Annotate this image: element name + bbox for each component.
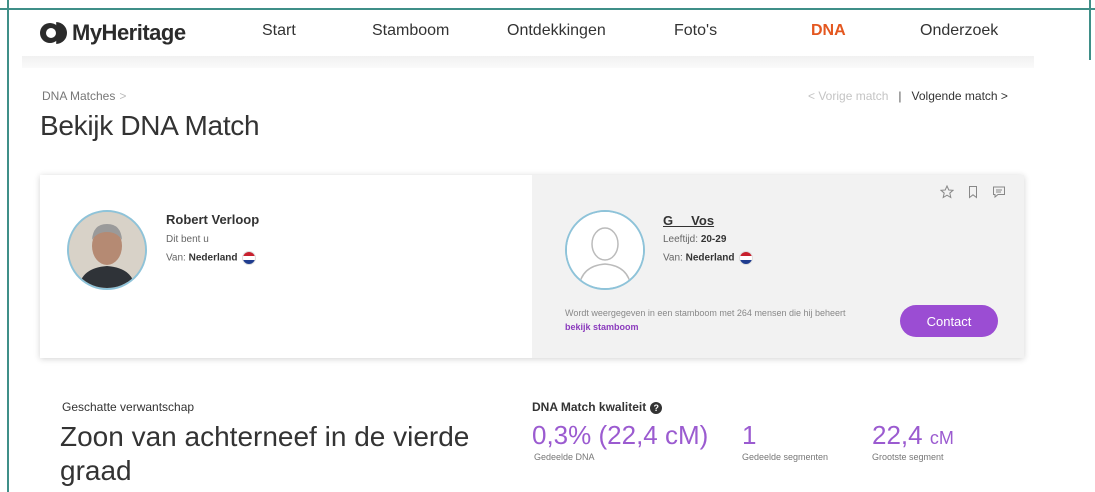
user-country-value: Nederland	[188, 252, 238, 264]
match-avatar[interactable]	[565, 210, 645, 290]
tree-note: Wordt weergegeven in een stamboom met 26…	[565, 306, 855, 334]
page-title: Bekijk DNA Match	[40, 110, 260, 141]
largest-segment-unit: cM	[929, 428, 954, 448]
user-name: Robert Verloop	[166, 212, 260, 227]
match-country-value: Nederland	[685, 252, 735, 264]
dna-quality-label: DNA Match kwaliteit?	[532, 400, 663, 414]
comment-icon[interactable]	[992, 185, 1006, 199]
star-icon[interactable]	[939, 184, 955, 199]
netherlands-flag-icon	[738, 251, 753, 265]
help-icon[interactable]: ?	[650, 401, 663, 414]
relationship-label: Geschatte verwantschap	[62, 400, 195, 414]
previous-match-link[interactable]: < Vorige match	[808, 89, 888, 103]
next-match-link[interactable]: Volgende match >	[912, 89, 1008, 103]
match-age-value: 20-29	[700, 234, 727, 245]
nav-item-stamboom[interactable]: Stamboom	[372, 22, 449, 40]
nav-shadow	[22, 56, 1034, 68]
breadcrumb-dna-matches[interactable]: DNA Matches	[42, 89, 115, 103]
nav-item-start[interactable]: Start	[262, 22, 296, 40]
netherlands-flag-icon	[241, 251, 256, 265]
shared-segments-value: 1	[742, 420, 757, 450]
nav-item-dna[interactable]: DNA	[811, 22, 846, 40]
nav-item-ontdekkingen[interactable]: Ontdekkingen	[507, 22, 606, 40]
myheritage-logo-icon	[40, 22, 68, 44]
nav-item-fotos[interactable]: Foto's	[674, 22, 717, 40]
match-from-label: Van:	[663, 252, 683, 264]
card-action-icons	[939, 184, 1006, 199]
logo-text: MyHeritage	[72, 20, 186, 45]
shared-dna-percent: 0,3%	[532, 420, 592, 450]
shared-dna-cm: (22,4 cM)	[598, 420, 709, 450]
shared-dna-label: Gedeelde DNA	[534, 452, 595, 462]
window-frame-top	[0, 0, 1095, 10]
shared-segments-label: Gedeelde segmenten	[742, 452, 829, 462]
contact-button[interactable]: Contact	[900, 305, 998, 337]
match-age: Leeftijd: 20-29	[663, 234, 726, 245]
bookmark-icon[interactable]	[966, 185, 980, 199]
tree-note-text: Wordt weergegeven in een stamboom met 26…	[565, 308, 846, 318]
top-navigation: MyHeritage Start Stamboom Ontdekkingen F…	[22, 12, 1034, 58]
user-from-label: Van:	[166, 252, 186, 264]
match-name[interactable]: G Vos	[663, 213, 714, 228]
match-age-label: Leeftijd:	[663, 234, 699, 245]
match-navigation: < Vorige match | Volgende match >	[808, 89, 1008, 103]
user-subtitle: Dit bent u	[166, 234, 209, 245]
largest-segment-label: Grootste segment	[872, 452, 944, 462]
user-country: Van: Nederland	[166, 251, 256, 265]
breadcrumb-separator: >	[119, 89, 127, 103]
largest-segment-value: 22,4 cM	[872, 420, 954, 451]
user-avatar[interactable]	[67, 210, 147, 290]
largest-segment-number: 22,4	[872, 420, 923, 450]
match-nav-separator: |	[898, 89, 902, 103]
nav-item-onderzoek[interactable]: Onderzoek	[920, 22, 998, 40]
window-frame-left	[7, 0, 9, 492]
window-frame-right	[1089, 0, 1091, 60]
dna-quality-label-text: DNA Match kwaliteit	[532, 400, 647, 414]
relationship-value: Zoon van achterneef in de vierde graad	[60, 421, 470, 486]
shared-dna-value: 0,3% (22,4 cM)	[532, 420, 708, 451]
match-country: Van: Nederland	[663, 251, 753, 265]
match-card: Robert Verloop Dit bent u Van: Nederland…	[40, 175, 1024, 358]
view-tree-link[interactable]: bekijk stamboom	[565, 322, 639, 332]
breadcrumb: DNA Matches >	[42, 89, 126, 103]
logo[interactable]: MyHeritage	[40, 20, 186, 46]
